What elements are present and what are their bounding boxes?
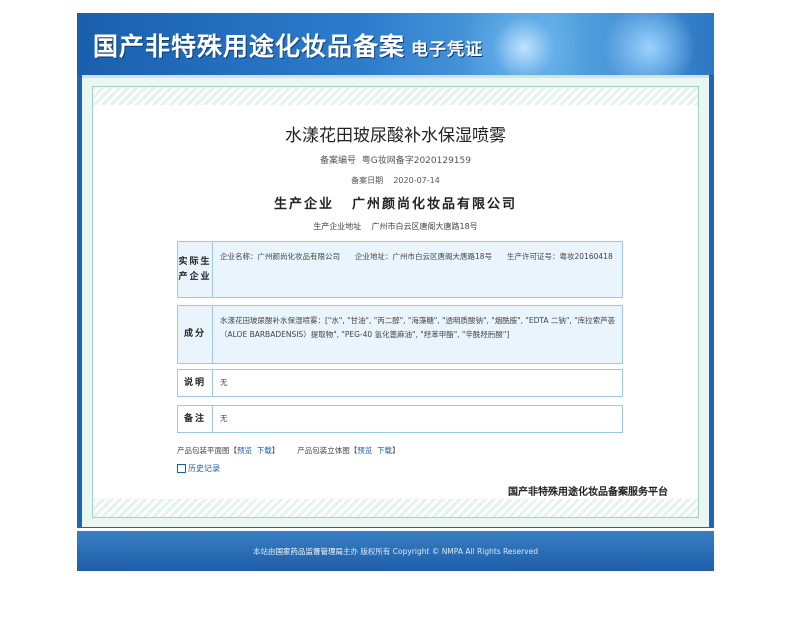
history-link-text[interactable]: 历史记录 [188,464,220,473]
company-address: 广州市白云区唐阁大唐路18号 [371,222,478,231]
producer-section-label: 实际生产企业 [178,242,213,297]
certificate-frame: 国产非特殊用途化妆品备案 电子凭证 水漾花田玻尿酸补水保湿喷雾 备案编号 粤G妆网… [77,13,714,528]
address-label: 生产企业地址 [313,222,362,231]
bracket-close: 】 [271,446,280,455]
ingredients-section: 成分 水漾花田玻尿酸补水保湿喷雾：["水", "甘油", "丙二醇", "海藻糖… [177,305,623,364]
address-row: 生产企业地址 广州市白云区唐阁大唐路18号 [93,221,698,232]
ingredients-section-value: 水漾花田玻尿酸补水保湿喷雾：["水", "甘油", "丙二醇", "海藻糖", … [220,316,616,339]
footer-suffix: 主办 版权所有 Copyright © NMPA All Rights Rese… [343,546,538,556]
remark-section-label: 备注 [178,406,213,432]
registration-date-row: 备案日期 2020-07-14 [93,175,698,186]
footer-agency: 国家药品监督管理局 [275,546,344,556]
solid-image-label: 产品包装立体图【 [297,446,358,455]
producer-section-value: 企业名称：广州颜尚化妆品有限公司 企业地址：广州市白云区唐阁大唐路18号 生产许… [220,252,613,261]
banner-decoration [594,13,704,75]
description-section-value: 无 [220,378,228,387]
producer-section: 实际生产企业 企业名称：广州颜尚化妆品有限公司 企业地址：广州市白云区唐阁大唐路… [177,241,623,298]
banner-subtitle: 电子凭证 [411,40,484,60]
banner-title: 国产非特殊用途化妆品备案 电子凭证 [93,27,483,63]
history-link[interactable]: 历史记录 [177,463,220,474]
registration-date: 2020-07-14 [393,176,440,185]
description-section-label: 说明 [178,370,213,396]
flat-image-download-link[interactable]: 下载 [257,446,272,455]
header-banner: 国产非特殊用途化妆品备案 电子凭证 [77,13,714,75]
solid-image-preview-link[interactable]: 预览 [357,446,372,455]
certificate-body: 水漾花田玻尿酸补水保湿喷雾 备案编号 粤G妆网备字2020129159 备案日期… [92,86,699,518]
ingredients-section-label: 成分 [178,306,213,363]
history-icon [177,464,186,473]
remark-section-value: 无 [220,414,228,423]
company-name: 广州颜尚化妆品有限公司 [352,197,518,212]
guilloche-border-top [93,87,698,105]
flat-image-label: 产品包装平面图【 [177,446,237,455]
registration-number: 粤G妆网备字2020129159 [361,156,471,166]
platform-name: 国产非特殊用途化妆品备案服务平台 [508,487,668,498]
page-footer: 本站由国家药品监督管理局主办 版权所有 Copyright © NMPA All… [77,531,714,571]
bracket-close: 】 [392,446,400,455]
registration-number-row: 备案编号 粤G妆网备字2020129159 [93,153,698,166]
date-label: 备案日期 [351,176,384,185]
company-row: 生产企业 广州颜尚化妆品有限公司 [93,193,698,212]
certificate-panel: 水漾花田玻尿酸补水保湿喷雾 备案编号 粤G妆网备字2020129159 备案日期… [82,75,709,527]
flat-image-preview-link[interactable]: 预览 [237,446,252,455]
solid-image-download-link[interactable]: 下载 [377,446,392,455]
banner-title-text: 国产非特殊用途化妆品备案 [93,32,406,61]
guilloche-border-bottom [93,499,698,517]
footer-text: 本站由国家药品监督管理局主办 版权所有 Copyright © NMPA All… [253,546,538,557]
remark-section: 备注 无 [177,405,623,433]
description-section: 说明 无 [177,369,623,397]
company-label: 生产企业 [273,197,334,212]
footer-prefix: 本站由 [253,546,276,556]
product-name: 水漾花田玻尿酸补水保湿喷雾 [285,126,506,146]
registration-label: 备案编号 [320,156,357,166]
packaging-links: 产品包装平面图【预览 下载】 产品包装立体图【预览 下载】 [177,445,400,456]
